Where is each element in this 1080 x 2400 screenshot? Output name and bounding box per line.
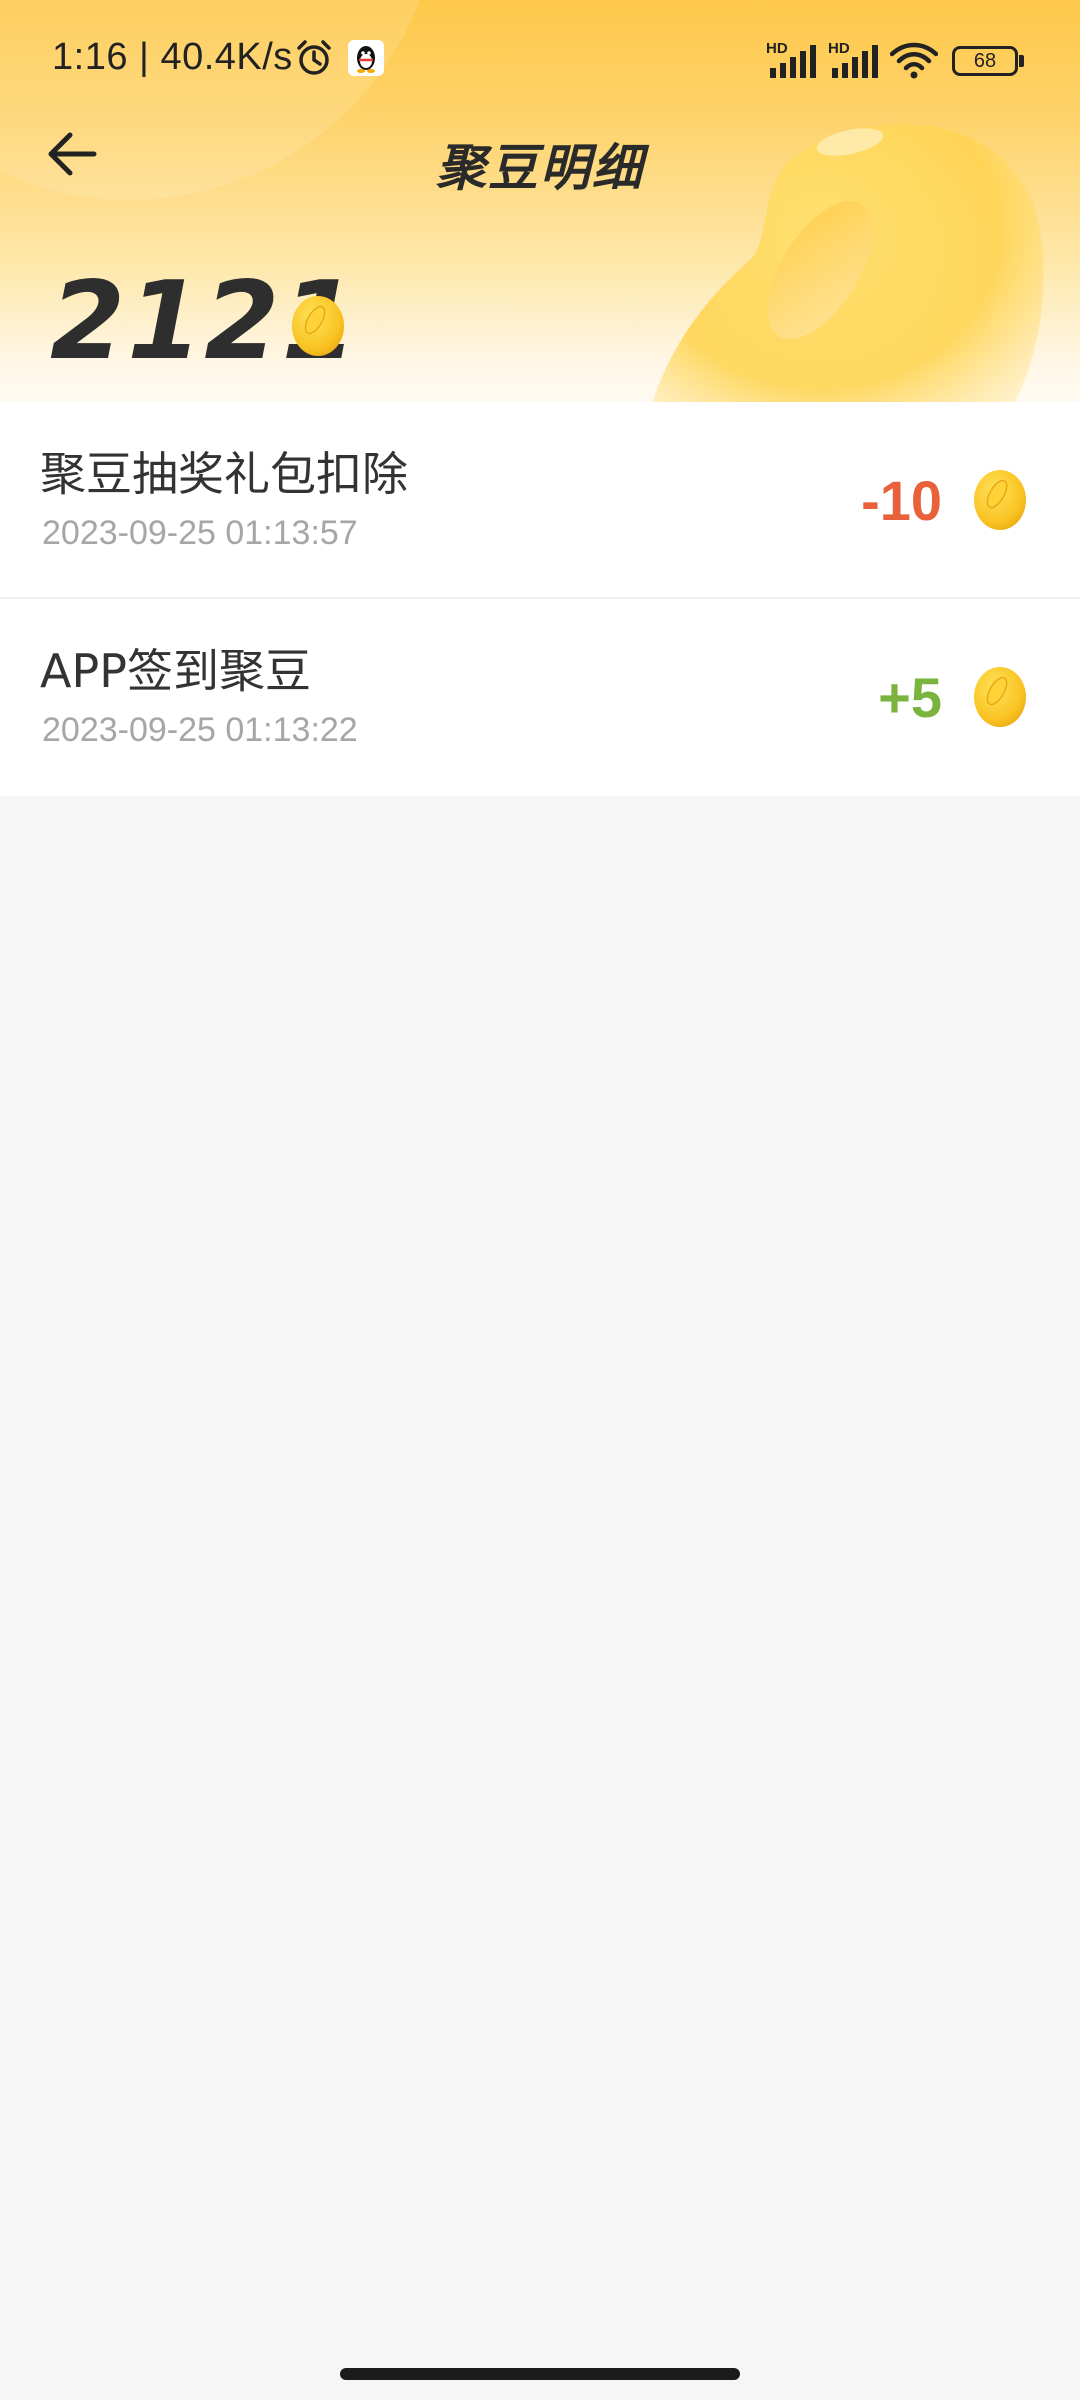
bean-coin-icon	[292, 296, 344, 356]
record-time: 2023-09-25 01:13:22	[42, 711, 358, 749]
status-bar: 1:16 | 40.4K/s HD HD 68	[0, 0, 1080, 120]
wifi-icon	[890, 42, 938, 79]
qq-penguin-icon	[348, 40, 384, 76]
cell-signal-icon-2	[832, 45, 878, 78]
battery-level: 68	[973, 50, 997, 72]
cell-signal-icon	[770, 45, 816, 78]
header-banner: 1:16 | 40.4K/s HD HD 68 聚豆明细 2121	[0, 0, 1080, 402]
home-indicator[interactable]	[340, 2368, 740, 2380]
record-title: APP签到聚豆	[40, 644, 311, 698]
record-amount: +5	[878, 666, 942, 729]
bean-coin-icon	[974, 667, 1026, 727]
bean-coin-icon	[974, 470, 1026, 530]
record-amount: -10	[861, 469, 942, 532]
record-time: 2023-09-25 01:13:57	[42, 514, 358, 552]
page-title: 聚豆明细	[436, 139, 644, 197]
list-item[interactable]: APP签到聚豆 2023-09-25 01:13:22 +5	[0, 599, 1080, 796]
record-list: 聚豆抽奖礼包扣除 2023-09-25 01:13:57 -10 APP签到聚豆…	[0, 402, 1080, 796]
status-time: 1:16 | 40.4K/s	[52, 36, 293, 78]
list-item[interactable]: 聚豆抽奖礼包扣除 2023-09-25 01:13:57 -10	[0, 402, 1080, 599]
battery-icon: 68	[952, 46, 1018, 76]
screen: 1:16 | 40.4K/s HD HD 68 聚豆明细 2121 聚豆抽奖礼包…	[0, 0, 1080, 2400]
battery-tip	[1019, 55, 1024, 67]
record-title: 聚豆抽奖礼包扣除	[40, 447, 408, 501]
alarm-clock-icon	[297, 40, 331, 75]
